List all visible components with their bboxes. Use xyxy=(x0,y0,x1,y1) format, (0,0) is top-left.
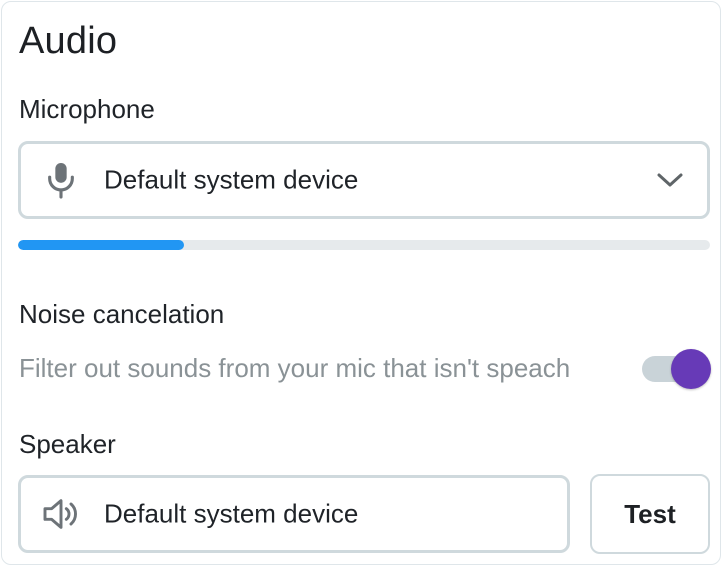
speaker-select[interactable]: Default system device xyxy=(18,475,570,553)
microphone-label: Microphone xyxy=(19,94,155,124)
noise-cancelation-toggle[interactable] xyxy=(642,349,711,389)
noise-cancelation-label: Noise cancelation xyxy=(19,299,225,329)
microphone-level-fill xyxy=(18,240,185,250)
chevron-down-icon xyxy=(655,165,685,195)
noise-cancelation-description: Filter out sounds from your mic that isn… xyxy=(19,353,571,383)
test-speaker-button[interactable]: Test xyxy=(590,474,710,554)
microphone-level-meter xyxy=(18,240,710,250)
speaker-icon xyxy=(41,494,81,534)
toggle-knob xyxy=(671,349,711,389)
microphone-select[interactable]: Default system device xyxy=(18,141,710,219)
speaker-select-value: Default system device xyxy=(104,498,359,529)
audio-settings-panel: Audio Microphone Default system device N… xyxy=(1,1,721,565)
speaker-label: Speaker xyxy=(19,429,116,459)
panel-title: Audio xyxy=(19,20,118,62)
microphone-icon xyxy=(41,160,81,200)
microphone-select-value: Default system device xyxy=(104,164,359,195)
